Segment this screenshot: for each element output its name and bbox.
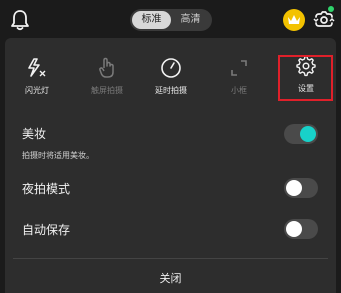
bell-icon[interactable]	[10, 9, 30, 31]
flash-option[interactable]: 闪光灯	[7, 52, 67, 110]
auto-save-label: 自动保存	[22, 223, 71, 237]
auto-save-toggle[interactable]	[284, 219, 318, 239]
touch-shoot-label: 触屏拍摄	[91, 86, 123, 95]
quality-option-hd[interactable]: 高清	[171, 11, 210, 29]
highlight-box	[278, 55, 333, 101]
beauty-toggle[interactable]	[284, 124, 318, 144]
flash-label: 闪光灯	[25, 86, 49, 95]
vip-button[interactable]	[283, 9, 305, 31]
touch-shoot-option[interactable]: 触屏拍摄	[77, 52, 137, 110]
small-frame-option[interactable]: 小框	[209, 52, 269, 110]
beauty-label: 美妆	[22, 127, 47, 141]
top-bar: 标准 高清	[0, 0, 341, 40]
toggle-knob	[300, 126, 316, 142]
quick-options-row: 闪光灯 触屏拍摄 延时拍摄 小框 设置	[5, 52, 336, 122]
timer-option[interactable]: 延时拍摄	[141, 52, 201, 110]
touch-icon	[99, 57, 114, 78]
night-mode-toggle[interactable]	[284, 178, 318, 198]
divider	[13, 258, 328, 259]
small-frame-icon	[231, 60, 247, 76]
status-dot	[328, 6, 334, 12]
crown-icon	[288, 15, 300, 24]
flash-auto-icon	[28, 58, 46, 77]
toggle-knob	[286, 180, 302, 196]
beauty-description: 拍摄时将适用美妆。	[22, 151, 94, 160]
quality-option-standard[interactable]: 标准	[132, 11, 171, 29]
quality-switch: 标准 高清	[130, 9, 212, 31]
timer-icon	[161, 58, 181, 78]
night-mode-label: 夜拍模式	[22, 182, 71, 196]
camera-settings-screen: 标准 高清 闪光灯 触屏拍摄 延时拍摄 小框 设置 美妆 拍摄时将适用美妆。 夜…	[0, 0, 341, 293]
settings-panel: 闪光灯 触屏拍摄 延时拍摄 小框 设置 美妆 拍摄时将适用美妆。 夜拍模式 自动…	[5, 38, 336, 293]
small-frame-label: 小框	[231, 86, 247, 95]
close-button[interactable]: 关闭	[5, 264, 336, 293]
toggle-knob	[286, 221, 302, 237]
timer-label: 延时拍摄	[155, 86, 187, 95]
